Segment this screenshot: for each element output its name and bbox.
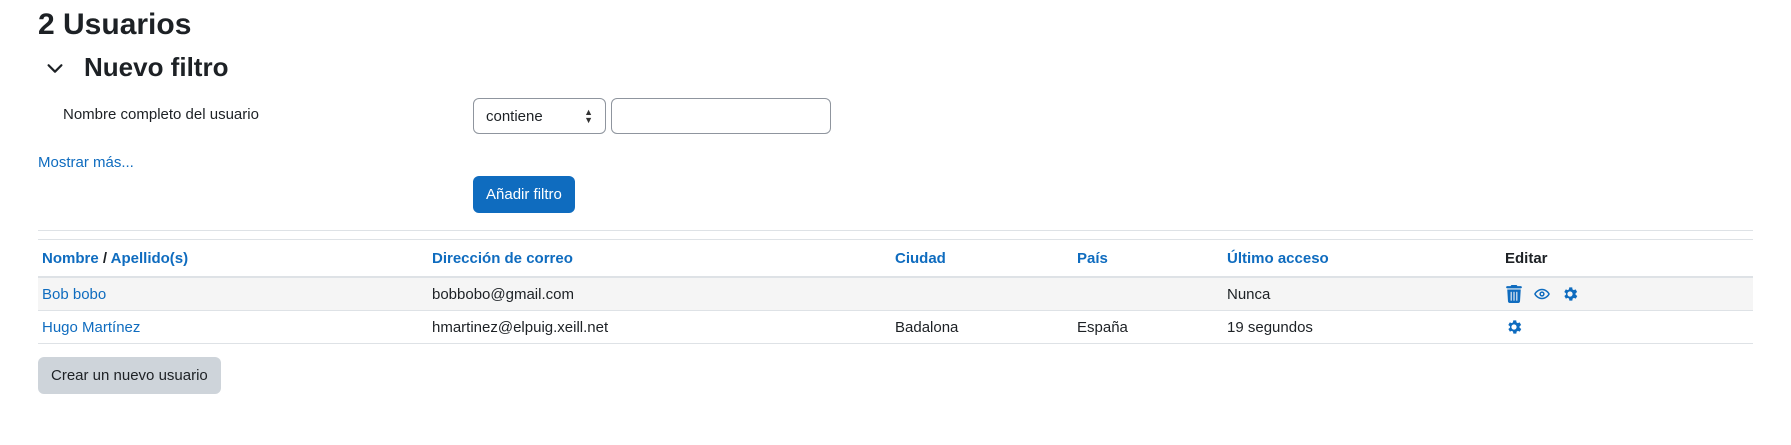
trash-icon[interactable] [1505, 285, 1523, 303]
cell-actions [1501, 277, 1753, 311]
table-header-row: Nombre / Apellido(s) Dirección de correo… [38, 239, 1753, 278]
gear-icon[interactable] [1505, 318, 1523, 336]
filter-row: Nombre completo del usuario contiene ▲ ▼ [63, 98, 963, 138]
header-slash: / [98, 249, 111, 267]
filter-section-title: Nuevo filtro [84, 52, 229, 82]
cell-city: Badalona [891, 310, 1073, 344]
sort-by-city-link[interactable]: Ciudad [895, 250, 946, 267]
filter-field-label: Nombre completo del usuario [63, 106, 259, 123]
sort-by-country-link[interactable]: País [1077, 250, 1108, 267]
cell-email: hmartinez@elpuig.xeill.net [428, 310, 891, 344]
header-name: Nombre / Apellido(s) [38, 239, 428, 278]
cell-country [1073, 277, 1223, 311]
cell-country: España [1073, 310, 1223, 344]
cell-name: Hugo Martínez [38, 310, 428, 344]
table-row: Bob bobo bobbobo@gmail.com Nunca [38, 277, 1753, 311]
cell-actions [1501, 310, 1753, 344]
cell-last-access: 19 segundos [1223, 310, 1501, 344]
cell-last-access: Nunca [1223, 277, 1501, 311]
sort-by-firstname-link[interactable]: Nombre [42, 250, 99, 267]
header-email: Dirección de correo [428, 239, 891, 278]
cell-city [891, 277, 1073, 311]
eye-icon[interactable] [1533, 285, 1551, 303]
cell-email: bobbobo@gmail.com [428, 277, 891, 311]
header-city: Ciudad [891, 239, 1073, 278]
cell-name: Bob bobo [38, 277, 428, 311]
user-profile-link[interactable]: Bob bobo [42, 286, 106, 303]
table-row: Hugo Martínez hmartinez@elpuig.xeill.net… [38, 310, 1753, 344]
divider [38, 230, 1753, 231]
sort-by-email-link[interactable]: Dirección de correo [432, 250, 573, 267]
chevron-down-icon[interactable] [44, 57, 66, 79]
filter-section-header[interactable]: Nuevo filtro [44, 52, 228, 83]
filter-value-input[interactable] [611, 98, 831, 134]
header-edit: Editar [1501, 239, 1753, 278]
create-user-button[interactable]: Crear un nuevo usuario [38, 357, 221, 394]
sort-by-lastname-link[interactable]: Apellido(s) [111, 250, 189, 267]
users-table: Nombre / Apellido(s) Dirección de correo… [38, 239, 1753, 344]
add-filter-button[interactable]: Añadir filtro [473, 176, 575, 213]
operator-select-value: contiene [486, 107, 543, 125]
page-title: 2 Usuarios [38, 8, 192, 41]
sort-by-last-access-link[interactable]: Último acceso [1227, 250, 1329, 267]
show-more-link[interactable]: Mostrar más... [38, 154, 134, 171]
user-profile-link[interactable]: Hugo Martínez [42, 319, 140, 336]
operator-select[interactable]: contiene ▲ ▼ [473, 98, 606, 134]
select-arrows-icon: ▲ ▼ [584, 107, 593, 125]
header-country: País [1073, 239, 1223, 278]
gear-icon[interactable] [1561, 285, 1579, 303]
header-last-access: Último acceso [1223, 239, 1501, 278]
